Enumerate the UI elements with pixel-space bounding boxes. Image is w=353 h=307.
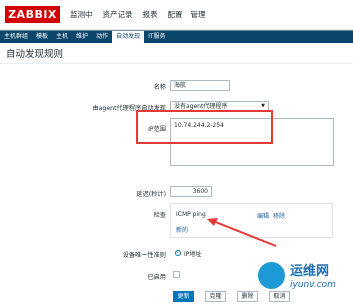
menu-configuration[interactable]: 配置 [164, 0, 187, 30]
watermark-url: iyunv.com [290, 280, 336, 290]
menu-reports[interactable]: 报表 [139, 0, 162, 30]
top-navigation: ZABBIX 监测中 资产记录 报表 配置 管理 [0, 0, 353, 30]
zabbix-logo[interactable]: ZABBIX [5, 6, 60, 23]
uniqueness-radio-label: IP地址 [184, 251, 202, 258]
submenu-host-groups[interactable]: 主机群组 [0, 31, 32, 43]
submenu-hosts[interactable]: 主机 [52, 31, 72, 43]
proxy-select[interactable]: 没有agent代理程序 ▼ [170, 101, 269, 112]
ip-range-label: IP范围 [148, 126, 166, 133]
enabled-checkbox[interactable] [173, 271, 180, 278]
uniqueness-radio-ip[interactable] [175, 250, 181, 256]
watermark-title: 运维网 [290, 264, 330, 279]
main-menu: 监测中 资产记录 报表 配置 管理 [66, 0, 210, 30]
check-remove-link[interactable]: 移除 [273, 211, 285, 220]
watermark-logo-icon [258, 262, 285, 289]
check-type: ICMP ping [176, 211, 206, 218]
ip-range-textarea[interactable]: 10.74.244.2-254 [170, 118, 334, 166]
proxy-label: 由agent代理程序自动发现 [92, 105, 166, 112]
update-button[interactable]: 更新 [173, 291, 194, 302]
delay-input[interactable]: 3600 [170, 186, 212, 197]
clone-button[interactable]: 克隆 [205, 291, 226, 302]
delay-label: 延迟(秒计) [136, 191, 166, 198]
watermark: 运维网 iyunv.com [258, 258, 353, 307]
submenu-maintenance[interactable]: 维护 [72, 31, 92, 43]
menu-monitoring[interactable]: 监测中 [66, 0, 97, 30]
page-title: 自动发现规则 [6, 49, 64, 60]
menu-inventory[interactable]: 资产记录 [99, 0, 137, 30]
name-input[interactable]: 海航 [170, 80, 230, 91]
title-divider [0, 63, 353, 64]
menu-administration[interactable]: 管理 [187, 0, 210, 30]
check-new-link[interactable]: 新的 [176, 225, 188, 234]
sub-navigation: 主机群组 模板 主机 维护 动作 自动发现 IT服务 [0, 30, 353, 43]
submenu-templates[interactable]: 模板 [32, 31, 52, 43]
name-label: 名称 [153, 84, 166, 91]
delete-button[interactable]: 删除 [237, 291, 258, 302]
submenu-actions[interactable]: 动作 [92, 31, 112, 43]
chevron-down-icon: ▼ [261, 103, 265, 109]
checks-label: 检查 [153, 212, 166, 219]
uniqueness-label: 设备唯一性准则 [122, 252, 166, 259]
checks-table: ICMP ping 编辑 移除 新的 [170, 203, 333, 238]
enabled-label: 已启用 [147, 274, 166, 281]
submenu-discovery[interactable]: 自动发现 [112, 31, 145, 43]
check-edit-link[interactable]: 编辑 [257, 211, 269, 220]
submenu-it-services[interactable]: IT服务 [144, 31, 169, 43]
